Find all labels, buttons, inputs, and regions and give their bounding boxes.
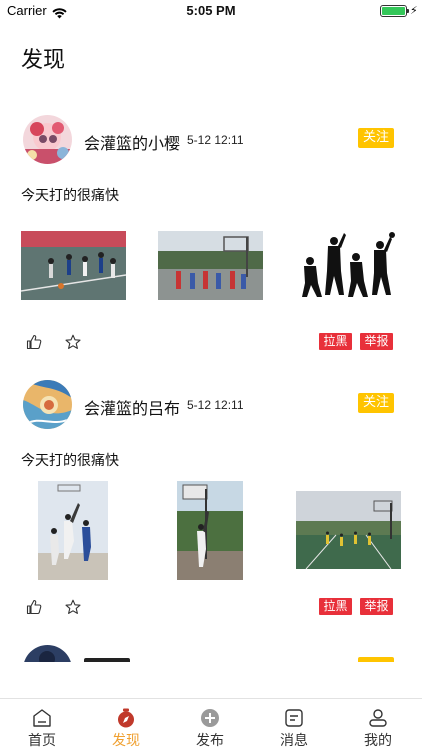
charging-icon: ⚡ <box>410 4 418 17</box>
post-text: 今天打的很痛快 <box>21 188 119 204</box>
follow-button[interactable]: 关注 <box>358 393 394 413</box>
post-timestamp: 5-12 12:11 <box>187 398 244 412</box>
post-image-dunk[interactable] <box>38 481 108 580</box>
post-image-silhouettes[interactable] <box>296 231 401 300</box>
clock: 5:05 PM <box>186 3 236 18</box>
page-title: 发现 <box>21 48 66 73</box>
tab-profile[interactable]: 我的 <box>336 699 420 750</box>
star-icon[interactable] <box>65 599 81 615</box>
tab-label: 发现 <box>112 733 140 749</box>
avatar[interactable] <box>23 380 72 429</box>
like-icon[interactable] <box>26 599 42 615</box>
avatar[interactable] <box>23 115 72 164</box>
report-button[interactable]: 举报 <box>360 333 393 350</box>
username-partial <box>84 658 130 662</box>
tab-label: 消息 <box>280 733 308 749</box>
post-text: 今天打的很痛快 <box>21 453 119 469</box>
tab-home[interactable]: 首页 <box>0 699 84 750</box>
post-image-team-court[interactable] <box>296 491 401 569</box>
tab-messages[interactable]: 消息 <box>252 699 336 750</box>
tab-label: 我的 <box>364 733 392 749</box>
star-icon[interactable] <box>65 334 81 350</box>
tab-discover[interactable]: 发现 <box>84 699 168 750</box>
publish-icon <box>200 708 220 728</box>
tab-label: 发布 <box>196 733 224 749</box>
report-button[interactable]: 举报 <box>360 598 393 615</box>
post-image-court-game[interactable] <box>21 231 126 300</box>
follow-button[interactable] <box>358 657 394 662</box>
post-image-outdoor-court[interactable] <box>158 231 263 300</box>
username[interactable]: 会灌篮的小樱 <box>84 130 180 154</box>
post-timestamp: 5-12 12:11 <box>187 133 244 147</box>
like-icon[interactable] <box>26 334 42 350</box>
tab-label: 首页 <box>28 733 56 749</box>
feed-post-partial <box>0 645 422 662</box>
block-button[interactable]: 拉黑 <box>319 333 352 350</box>
discover-icon <box>116 708 136 728</box>
tab-publish[interactable]: 发布 <box>168 699 252 750</box>
message-icon <box>284 708 304 728</box>
username[interactable]: 会灌篮的吕布 <box>84 395 180 419</box>
status-bar: Carrier 5:05 PM ⚡ <box>0 0 422 22</box>
profile-icon <box>368 708 388 728</box>
avatar[interactable] <box>23 645 72 662</box>
post-image-hoop-outdoor[interactable] <box>177 481 243 580</box>
block-button[interactable]: 拉黑 <box>319 598 352 615</box>
battery-icon <box>380 5 407 17</box>
follow-button[interactable]: 关注 <box>358 128 394 148</box>
tab-bar: 首页 发现 发布 消息 我的 <box>0 698 422 750</box>
home-icon <box>32 708 52 728</box>
